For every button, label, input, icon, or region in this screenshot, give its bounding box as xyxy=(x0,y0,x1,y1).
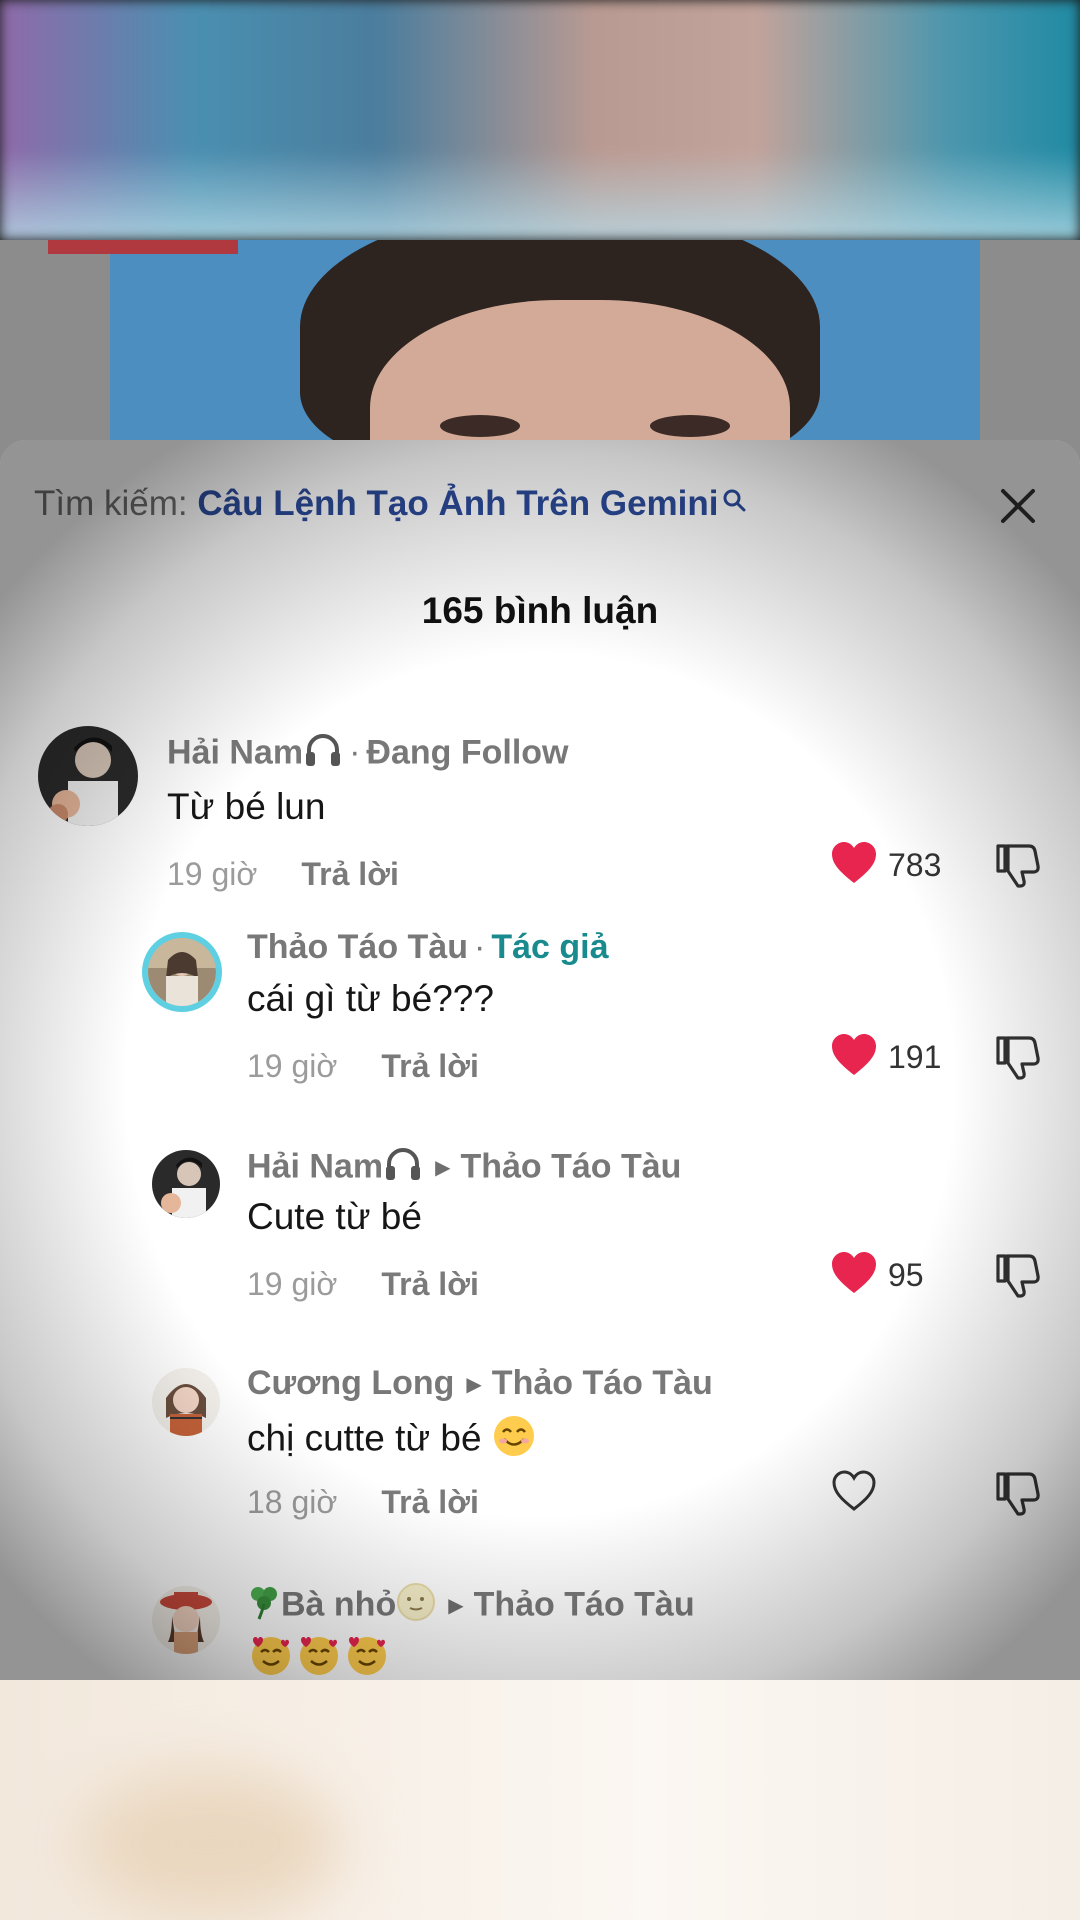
avatar[interactable] xyxy=(38,726,138,826)
moon-face-icon xyxy=(396,1582,436,1631)
close-button[interactable] xyxy=(990,480,1046,536)
avatar[interactable] xyxy=(152,1368,220,1436)
comments-sheet: Tìm kiếm: Câu Lệnh Tạo Ảnh Trên Gemini 1… xyxy=(0,440,1080,1680)
video-background-bottom xyxy=(0,1680,1080,1920)
search-query-link[interactable]: Câu Lệnh Tạo Ảnh Trên Gemini xyxy=(197,484,718,523)
thumbs-down-icon xyxy=(993,1472,1043,1522)
heart-filled-icon xyxy=(830,1033,878,1082)
reply-to-user[interactable]: Thảo Táo Tàu xyxy=(474,1585,695,1623)
comment-username[interactable]: Thảo Táo Tàu · Tác giả xyxy=(247,928,609,967)
comment-item: Hải Nam · Đang Follow Từ bé lun 19 giờ Trả … xyxy=(0,710,1080,910)
reply-arrow-icon: ▶ xyxy=(448,1595,464,1618)
comment-time: 19 giờ xyxy=(167,856,258,892)
like-button[interactable] xyxy=(830,1468,878,1518)
like-button[interactable]: 783 xyxy=(830,840,941,890)
search-icon xyxy=(721,482,747,522)
comment-text xyxy=(247,1630,391,1680)
avatar[interactable] xyxy=(148,938,216,1006)
comment-text: Cute từ bé xyxy=(247,1196,422,1237)
comment-count-title: 165 bình luận xyxy=(421,590,659,631)
like-count: 95 xyxy=(888,1256,924,1293)
reply-to-user[interactable]: Thảo Táo Tàu xyxy=(460,1147,681,1185)
comment-text: chị cutte từ bé xyxy=(247,1414,536,1467)
comment-meta: 19 giờ Trả lời xyxy=(247,1266,479,1303)
thumbs-down-icon xyxy=(993,1036,1043,1086)
comment-username[interactable]: Bà nhỏ ▶ Thảo Táo Tàu xyxy=(247,1582,695,1631)
reply-button[interactable]: Trả lời xyxy=(381,1484,478,1520)
heart-filled-icon xyxy=(830,1251,878,1300)
thumbs-down-icon xyxy=(993,1254,1043,1304)
comment-time: 19 giờ xyxy=(247,1048,338,1084)
comment-text: cái gì từ bé??? xyxy=(247,978,494,1019)
comment-meta: 19 giờ Trả lời xyxy=(247,1048,479,1085)
like-button[interactable]: 191 xyxy=(830,1032,941,1082)
heart-outline-icon xyxy=(830,1469,878,1518)
comment-reply-item: Cương Long ▶ Thảo Táo Tàu chị cutte từ bé … xyxy=(0,1346,1080,1546)
headphones-icon xyxy=(303,732,343,777)
like-button[interactable]: 95 xyxy=(830,1250,924,1300)
smiling-face-with-hearts-icon xyxy=(295,1630,343,1680)
comment-meta: 18 giờ Trả lời xyxy=(247,1484,479,1521)
comment-time: 19 giờ xyxy=(247,1266,338,1302)
smiling-face-with-hearts-icon xyxy=(247,1630,295,1680)
reply-arrow-icon: ▶ xyxy=(435,1157,451,1180)
comment-reply-item: Thảo Táo Tàu · Tác giả cái gì từ bé??? 19 … xyxy=(0,910,1080,1110)
reply-arrow-icon: ▶ xyxy=(466,1374,482,1396)
smiling-face-icon xyxy=(492,1414,536,1467)
reply-to-user[interactable]: Thảo Táo Tàu xyxy=(492,1364,713,1402)
comment-username[interactable]: Hải Nam ▶ Thảo Táo Tàu xyxy=(247,1146,681,1191)
comment-username[interactable]: Cương Long ▶ Thảo Táo Tàu xyxy=(247,1364,713,1403)
reply-button[interactable]: Trả lời xyxy=(301,856,398,892)
avatar[interactable] xyxy=(152,1586,220,1654)
search-prefix: Tìm kiếm: xyxy=(34,484,188,523)
heart-filled-icon xyxy=(830,841,878,890)
search-suggestion[interactable]: Tìm kiếm: Câu Lệnh Tạo Ảnh Trên Gemini xyxy=(34,484,747,524)
headphones-icon xyxy=(383,1146,423,1191)
dislike-button[interactable] xyxy=(993,1468,1043,1518)
comment-reply-item: Bà nhỏ ▶ Thảo Táo Tàu xyxy=(0,1564,1080,1680)
comment-reply-item: Hải Nam ▶ Thảo Táo Tàu Cute từ bé 19 giờ Tr… xyxy=(0,1128,1080,1328)
like-count: 783 xyxy=(888,846,942,883)
video-background-top xyxy=(0,0,1080,240)
comment-text: Từ bé lun xyxy=(167,786,326,827)
comment-username[interactable]: Hải Nam · Đang Follow xyxy=(167,732,568,777)
reply-button[interactable]: Trả lời xyxy=(381,1266,478,1302)
avatar[interactable] xyxy=(152,1150,220,1218)
thumbs-down-icon xyxy=(993,844,1043,894)
comment-meta: 19 giờ Trả lời xyxy=(167,856,399,893)
like-count: 191 xyxy=(888,1038,942,1075)
dislike-button[interactable] xyxy=(993,1032,1043,1082)
close-icon xyxy=(998,486,1038,531)
comment-time: 18 giờ xyxy=(247,1484,338,1520)
clover-icon xyxy=(247,1584,281,1629)
smiling-face-with-hearts-icon xyxy=(343,1630,391,1680)
author-badge: Tác giả xyxy=(491,928,609,966)
following-label[interactable]: Đang Follow xyxy=(366,733,568,771)
reply-button[interactable]: Trả lời xyxy=(381,1048,478,1084)
dislike-button[interactable] xyxy=(993,1250,1043,1300)
dislike-button[interactable] xyxy=(993,840,1043,890)
